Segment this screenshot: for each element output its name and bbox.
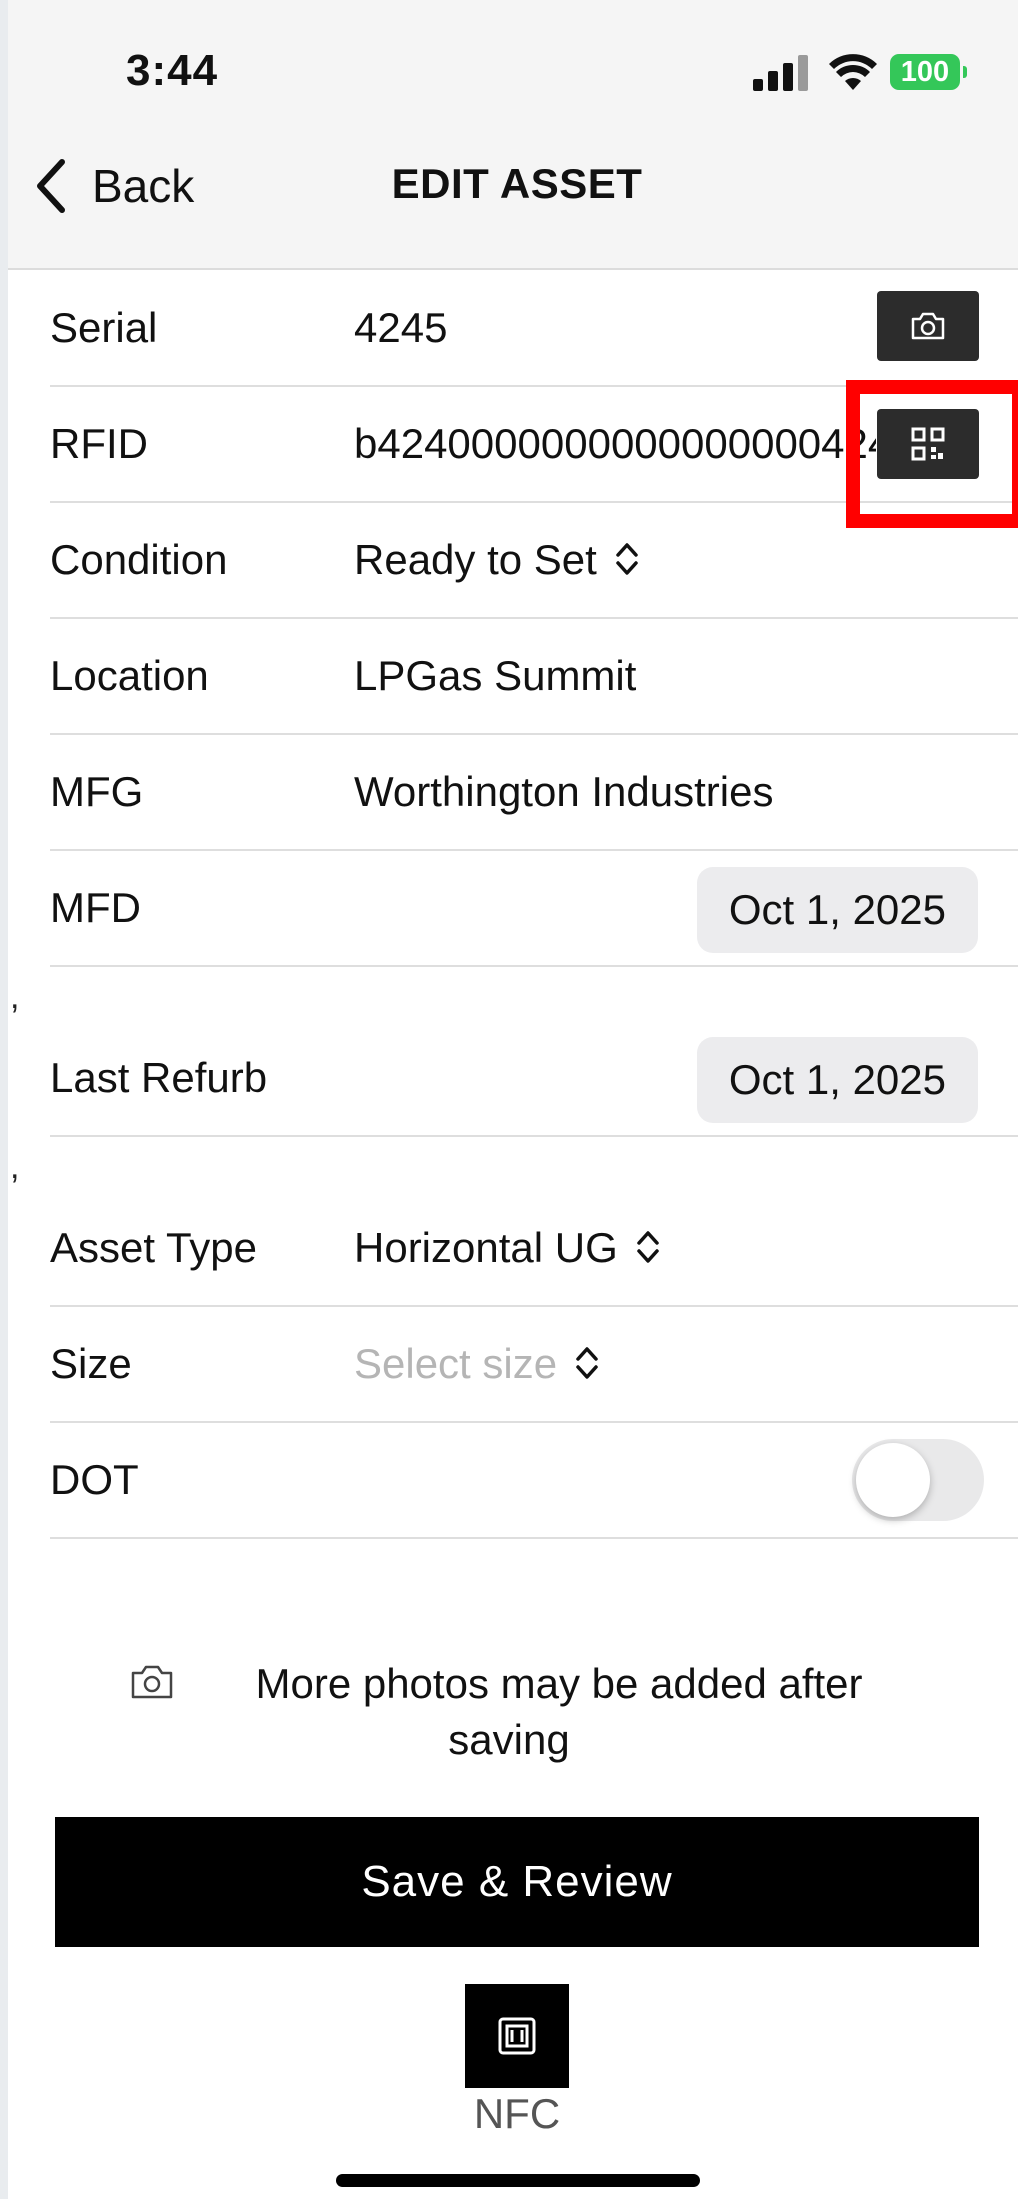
- last-refurb-label: Last Refurb: [50, 1054, 268, 1101]
- asset-type-value: Horizontal UG: [354, 1224, 618, 1271]
- condition-value: Ready to Set: [354, 536, 597, 583]
- mfg-label: MFG: [50, 768, 144, 815]
- condition-select[interactable]: Ready to Set: [354, 503, 641, 617]
- page-title-text: EDIT ASSET: [391, 160, 643, 207]
- left-edge: [0, 0, 8, 2199]
- photos-note: More photos may be added after saving: [0, 1656, 1018, 1768]
- camera-icon: [131, 1665, 173, 1699]
- save-review-button[interactable]: Save & Review: [55, 1817, 979, 1947]
- size-select[interactable]: Select size: [354, 1307, 601, 1421]
- mfd-row: MFD Oct 1, 2025: [50, 851, 1018, 967]
- nfc-icon: [498, 2017, 536, 2055]
- highlight-box: [846, 380, 1018, 528]
- camera-scan-button[interactable]: [877, 291, 979, 361]
- size-label: Size: [50, 1340, 132, 1387]
- dot-label: DOT: [50, 1456, 139, 1503]
- size-row: Size Select size: [50, 1307, 1018, 1423]
- condition-label: Condition: [50, 536, 228, 583]
- nfc-button[interactable]: [465, 1984, 569, 2088]
- updown-chevron-icon: [616, 543, 638, 575]
- serial-value[interactable]: 4245: [354, 271, 447, 385]
- photos-note-line2: saving: [448, 1716, 570, 1763]
- serial-row: Serial 4245: [50, 271, 1018, 387]
- home-indicator: [336, 2174, 700, 2187]
- asset-type-label: Asset Type: [50, 1224, 258, 1271]
- page-title: EDIT ASSET: [8, 160, 1018, 208]
- location-row: Location LPGas Summit: [50, 619, 1018, 735]
- rfid-value[interactable]: b42400000000000000004245: [354, 387, 876, 501]
- dot-toggle[interactable]: [852, 1439, 984, 1521]
- asset-type-row: Asset Type Horizontal UG: [50, 1191, 1018, 1307]
- last-refurb-date-picker[interactable]: Oct 1, 2025: [696, 1037, 978, 1123]
- mfg-value[interactable]: Worthington Industries: [354, 735, 773, 849]
- mfd-label: MFD: [50, 884, 141, 931]
- toggle-knob: [856, 1443, 930, 1517]
- asset-type-select[interactable]: Horizontal UG: [354, 1191, 662, 1305]
- stray-comma: ,: [10, 978, 20, 1016]
- rfid-label: RFID: [50, 420, 148, 467]
- wifi-icon: [829, 54, 877, 90]
- battery-indicator: 100: [890, 54, 967, 90]
- stray-comma: ,: [10, 1148, 20, 1186]
- last-refurb-row: Last Refurb Oct 1, 2025: [50, 1021, 1018, 1137]
- mfg-row: MFG Worthington Industries: [50, 735, 1018, 851]
- dot-row: DOT: [50, 1423, 1018, 1539]
- status-time: 3:44: [126, 46, 219, 95]
- top-bar: 3:44 100 Back EDIT ASSET: [8, 0, 1018, 270]
- location-value[interactable]: LPGas Summit: [354, 619, 636, 733]
- serial-label: Serial: [50, 304, 158, 351]
- nfc-label: NFC: [473, 2090, 561, 2137]
- signal-icon: [753, 55, 809, 91]
- size-placeholder: Select size: [354, 1340, 558, 1387]
- camera-icon: [911, 312, 945, 340]
- mfd-date-picker[interactable]: Oct 1, 2025: [696, 867, 978, 953]
- location-label: Location: [50, 652, 209, 699]
- updown-chevron-icon: [637, 1231, 659, 1263]
- updown-chevron-icon: [576, 1347, 598, 1379]
